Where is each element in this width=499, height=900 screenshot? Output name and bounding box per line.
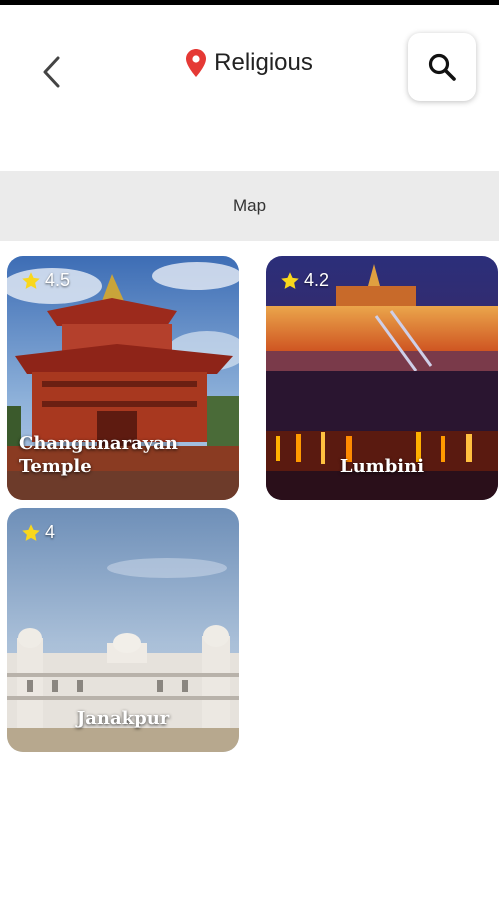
app-header: Religious: [0, 5, 499, 135]
rating-value: 4.2: [304, 270, 330, 290]
page-title: Religious: [214, 49, 313, 76]
rating-badge: 4.5: [21, 270, 70, 291]
place-name: Lumbini: [339, 456, 425, 477]
place-name: Changunarayan Temple: [19, 433, 178, 477]
place-card-lumbini[interactable]: 4.2 Lumbini: [266, 256, 498, 500]
place-card-janakpur[interactable]: 4 Janakpur: [7, 508, 239, 752]
rating-value: 4.5: [45, 270, 71, 290]
star-icon: [281, 271, 299, 289]
map-button[interactable]: Map: [0, 171, 499, 241]
search-icon: [428, 53, 456, 81]
place-card-changunarayan[interactable]: 4.5 Changunarayan Temple: [7, 256, 239, 500]
rating-badge: 4.2: [280, 270, 329, 291]
star-icon: [22, 271, 40, 289]
map-pin-icon: [186, 49, 207, 77]
place-name: Janakpur: [76, 708, 170, 729]
search-button[interactable]: [408, 33, 476, 101]
star-icon: [22, 523, 40, 541]
rating-badge: 4: [21, 522, 55, 543]
map-label: Map: [232, 196, 267, 215]
rating-value: 4: [45, 522, 56, 542]
